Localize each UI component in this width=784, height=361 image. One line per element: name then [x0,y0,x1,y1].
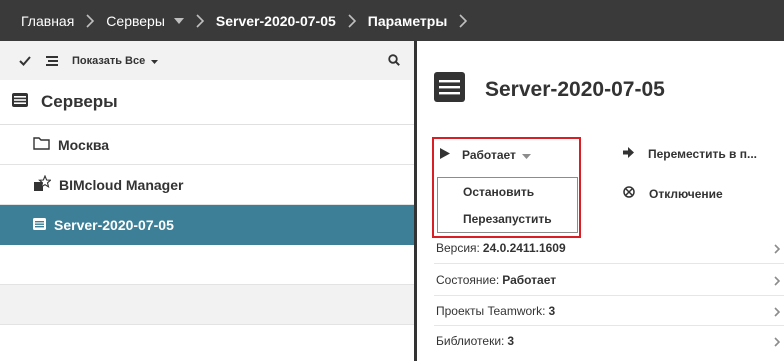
status-label: Работает [462,148,516,162]
manager-icon [33,174,52,195]
breadcrumb-servers[interactable]: Серверы [106,13,184,29]
list-sort-icon[interactable] [46,55,58,66]
info-label: Библиотеки: [436,334,505,348]
tree-item-bimcloud-manager[interactable]: BIMcloud Manager [0,165,414,205]
info-label: Версия: [436,241,480,255]
disconnect-action-label: Отключение [649,186,723,201]
separator [434,263,784,264]
separator [434,295,784,296]
disconnect-icon [623,186,635,201]
chevron-right-icon [774,275,781,289]
chevron-right-icon [774,243,781,257]
chevron-right-icon[interactable] [459,13,468,28]
disconnect-action[interactable]: Отключение [623,186,723,201]
server-details-panel: Server-2020-07-05 Работает Остановить Пе… [417,41,784,361]
chevron-right-icon [196,13,204,28]
tree-header-title: Серверы [41,92,118,111]
chevron-right-icon [86,13,95,28]
chevron-right-icon [774,306,781,320]
breadcrumb-params[interactable]: Параметры [368,13,448,29]
breadcrumb: Главная Серверы Server-2020-07-05 Параме… [0,0,784,41]
arrow-right-icon [623,147,634,161]
info-value: 3 [548,304,556,318]
chevron-right-icon [348,13,356,28]
tree-item-label: BIMcloud Manager [59,176,184,193]
tree-item-server[interactable]: Server-2020-07-05 [0,205,414,245]
info-label: Состояние: [436,273,500,287]
servers-panel: Показать Все Серверы Москва BIMcloud Man… [0,41,414,361]
tree-item-label: Москва [58,136,110,153]
breadcrumb-servers-label: Серверы [106,12,165,29]
info-teamwork-projects[interactable]: Проекты Teamwork: 3 [436,297,784,325]
menu-item-stop[interactable]: Остановить [438,178,577,205]
info-value: 24.0.2411.1609 [482,241,566,255]
move-action-label: Переместить в п... [648,147,758,161]
info-version[interactable]: Версия: 24.0.2411.1609 [436,234,784,262]
move-action[interactable]: Переместить в п... [623,147,757,161]
info-value: Работает [502,273,557,287]
info-libraries[interactable]: Библиотеки: 3 [436,327,784,355]
breadcrumb-server[interactable]: Server-2020-07-05 [216,13,336,29]
caret-down-icon [151,55,159,67]
info-state[interactable]: Состояние: Работает [436,266,784,294]
status-menu: Остановить Перезапустить [437,177,578,233]
server-list-icon [12,92,28,112]
tree-empty-row [0,285,414,325]
server-icon [33,217,46,233]
menu-item-restart[interactable]: Перезапустить [438,205,577,232]
play-icon [440,148,450,162]
breadcrumb-home[interactable]: Главная [21,13,74,29]
show-all-filter[interactable]: Показать Все [72,54,159,67]
caret-down-icon[interactable] [173,17,184,24]
show-all-label: Показать Все [72,54,146,67]
caret-down-icon [521,148,531,162]
status-highlight: Работает Остановить Перезапустить [432,137,581,238]
info-label: Проекты Teamwork: [436,304,546,318]
server-header: Server-2020-07-05 [434,72,665,107]
info-value: 3 [507,334,515,348]
tree-header[interactable]: Серверы [0,80,414,125]
server-large-icon [434,72,465,107]
checkmark-icon[interactable] [19,55,31,66]
status-dropdown-button[interactable]: Работает [440,148,531,162]
chevron-right-icon [774,336,781,350]
folder-icon [33,136,50,153]
tree-item-label: Server-2020-07-05 [54,216,174,233]
server-title: Server-2020-07-05 [485,77,665,101]
left-toolbar: Показать Все [0,41,414,80]
tree-empty-row [0,245,414,285]
separator [434,325,784,326]
search-icon[interactable] [388,53,400,71]
tree-item-moscow[interactable]: Москва [0,125,414,165]
